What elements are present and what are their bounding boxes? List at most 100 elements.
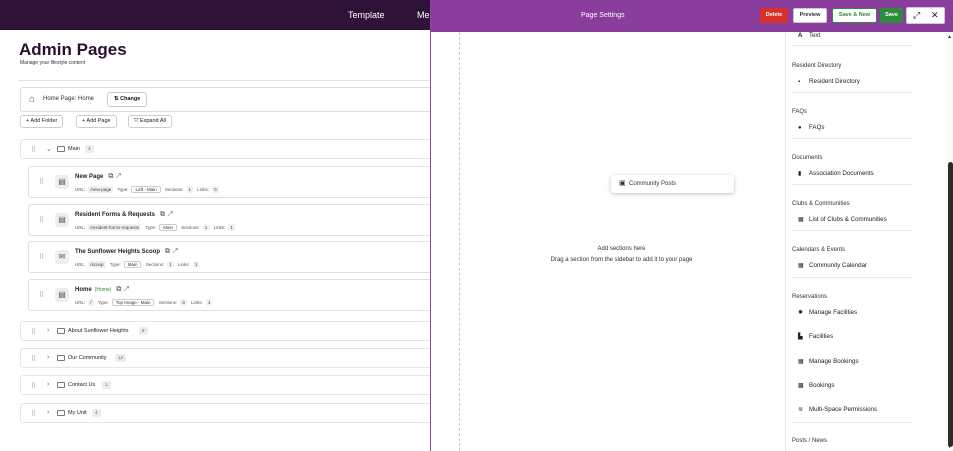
drag-handle-icon[interactable]: ⠿ (31, 328, 36, 336)
page-title-text: Resident Forms & Requests ⧉ ↗ (75, 211, 173, 218)
open-link-icons[interactable]: ⧉ ↗ (108, 173, 121, 180)
home-tag: (Home) (94, 287, 112, 293)
count-badge: 4 (85, 145, 94, 153)
section-name: My Unit (68, 410, 87, 416)
chevron-right-icon[interactable]: › (47, 327, 49, 334)
type-pill: Top Image - Main (111, 299, 155, 306)
section-about[interactable]: ⠿ › About Sunflower Heights 8 (20, 321, 440, 341)
add-folder-button[interactable]: + Add Folder (20, 115, 64, 128)
open-link-icons[interactable]: ⧉ ↗ (116, 286, 129, 293)
expand-icon[interactable]: ⤢ (913, 10, 920, 21)
sidebar-item-resident-directory[interactable]: ▪ Resident Directory (798, 78, 860, 85)
close-icon[interactable]: ✕ (931, 10, 939, 21)
section-name: Contact Us (68, 382, 96, 388)
folder-icon (57, 355, 65, 361)
group-title: Documents (792, 155, 823, 161)
expand-all-button[interactable]: ⤧ Expand All (128, 115, 172, 128)
drag-handle-icon[interactable]: ⠿ (31, 355, 36, 363)
page-title: Admin Pages (19, 40, 127, 59)
section-main[interactable]: ⠿ ⌄ Main 4 (20, 139, 440, 159)
scrollbar-thumb[interactable] (948, 162, 953, 447)
sections-count: 1 (167, 261, 174, 268)
links-count: 0 (212, 186, 219, 193)
nav-menu-partial[interactable]: Me (417, 0, 430, 30)
nav-template[interactable]: Template (348, 0, 385, 30)
page-title-text: New Page ⧉ ↗ (75, 173, 121, 180)
sections-dropzone[interactable] (459, 32, 787, 451)
sidebar-item-text[interactable]: A Text (798, 32, 820, 39)
count-badge: 8 (139, 327, 148, 335)
save-button[interactable]: Save (880, 8, 903, 23)
drag-handle-icon[interactable]: ⠿ (31, 382, 36, 390)
section-my-unit[interactable]: ⠿ › My Unit 4 (20, 403, 440, 423)
type-pill: Left - Main (131, 186, 161, 193)
open-link-icons[interactable]: ⧉ ↗ (165, 248, 178, 255)
page-doc-icon: ▤ (55, 175, 69, 189)
posts-icon: ▣ (619, 180, 626, 187)
divider (792, 92, 912, 93)
group-title: Resident Directory (792, 63, 842, 69)
url-pill: /resident-forms-requests (88, 224, 142, 231)
question-circle-icon: ● (798, 125, 802, 131)
page-row-resident-forms[interactable]: ⠿ ▤ Resident Forms & Requests ⧉ ↗ URL:/re… (28, 204, 438, 236)
page-row-scoop[interactable]: ⠿ ✉ The Sunflower Heights Scoop ⧉ ↗ URL: /… (28, 241, 438, 273)
save-and-new-button[interactable]: Save & New (832, 8, 877, 23)
sidebar-item-faqs[interactable]: ● FAQs (798, 124, 824, 131)
page-doc-icon: ▤ (55, 288, 69, 302)
layers-icon: ≋ (798, 407, 804, 413)
open-link-icons[interactable]: ⧉ ↗ (160, 211, 173, 218)
drag-handle-icon[interactable]: ⠿ (31, 410, 36, 418)
dragging-section-chip[interactable]: ▣ Community Posts (611, 175, 734, 193)
drag-handle-icon[interactable]: ⠿ (39, 178, 44, 186)
chevron-down-icon[interactable]: ⌄ (46, 145, 52, 153)
section-name: Main (68, 146, 80, 152)
folder-icon (57, 410, 65, 416)
delete-button[interactable]: Delete (760, 8, 788, 23)
drag-handle-icon[interactable]: ⠿ (39, 253, 44, 261)
type-pill: Main (159, 224, 177, 231)
page-title-text: The Sunflower Heights Scoop ⧉ ↗ (75, 248, 178, 255)
divider (792, 230, 912, 231)
page-row-new-page[interactable]: ⠿ ▤ New Page ⧉ ↗ URL:/new-page Type: Left … (28, 166, 438, 198)
sidebar-item-facilities[interactable]: ▙ Facilities (798, 333, 833, 340)
home-page-selector: ⌂ Home Page: Home ⇅ Change (20, 87, 440, 112)
sidebar-item-community-calendar[interactable]: ▦ Community Calendar (798, 262, 867, 269)
sidebar-item-clubs-list[interactable]: ▦ List of Clubs & Communities (798, 216, 887, 223)
preview-button[interactable]: Preview (793, 8, 827, 23)
panel-header: Page Settings Delete Preview Save & New … (431, 0, 953, 32)
divider (792, 138, 912, 139)
sidebar-item-manage-bookings[interactable]: ▦ Manage Bookings (798, 358, 859, 365)
chevron-right-icon[interactable]: › (47, 381, 49, 388)
drag-handle-icon[interactable]: ⠿ (31, 146, 36, 154)
page-row-home[interactable]: ⠿ ▤ Home (Home) ⧉ ↗ URL: / Type: Top Image -… (28, 279, 438, 311)
sidebar-item-association-documents[interactable]: ▮ Association Documents (798, 170, 874, 177)
page-meta: URL:/resident-forms-requests Type: Main S… (75, 224, 235, 231)
file-icon: ▮ (798, 171, 802, 177)
scroll-up-arrow-icon[interactable]: ▲ (947, 34, 952, 40)
section-our-community[interactable]: ⠿ › Our Community 12 (20, 348, 440, 368)
drag-handle-icon[interactable]: ⠿ (39, 216, 44, 224)
change-home-button[interactable]: ⇅ Change (107, 92, 148, 107)
type-pill: Main (123, 261, 142, 268)
group-title: Reservations (792, 294, 828, 300)
sidebar-item-bookings[interactable]: ▩ Bookings (798, 382, 834, 389)
sidebar-item-multi-space-permissions[interactable]: ≋ Multi-Space Permissions (798, 406, 877, 413)
sidebar-item-manage-facilities[interactable]: ✹ Manage Facilities (798, 309, 857, 316)
page-meta: URL:/scoop Type: Main Sections: 1 Links: 1 (75, 261, 200, 268)
text-icon: A (798, 33, 803, 39)
count-badge: 4 (92, 409, 101, 417)
scroll-down-arrow-icon[interactable]: ▼ (947, 444, 952, 450)
sections-count: 1 (202, 224, 210, 231)
building-icon: ▙ (798, 334, 803, 340)
group-title: Clubs & Communities (792, 201, 850, 207)
contact-card-icon: ▪ (798, 79, 801, 85)
chevron-right-icon[interactable]: › (47, 354, 49, 361)
chevron-right-icon[interactable]: › (47, 409, 49, 416)
dropzone-hint: Drag a section from the sidebar to add i… (550, 257, 693, 263)
drag-handle-icon[interactable]: ⠿ (39, 291, 44, 299)
page-title-text: Home (Home) ⧉ ↗ (75, 286, 129, 293)
add-page-button[interactable]: + Add Page (76, 115, 117, 128)
section-contact-us[interactable]: ⠿ › Contact Us 1 (20, 375, 440, 395)
links-count: 1 (205, 299, 213, 306)
divider (792, 184, 912, 185)
